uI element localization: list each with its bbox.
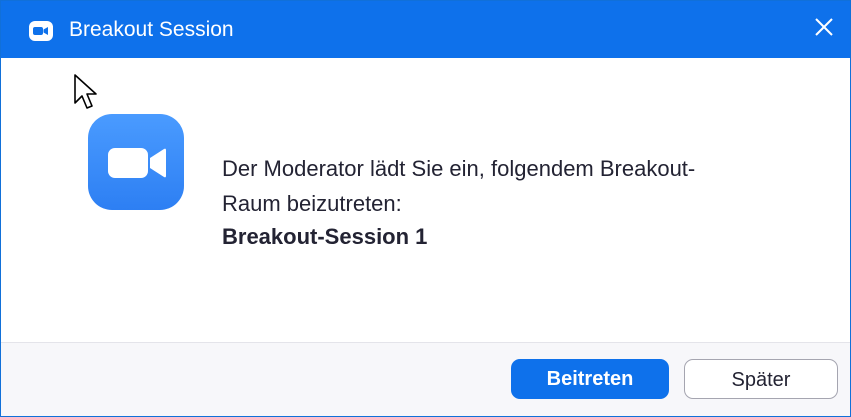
join-button[interactable]: Beitreten	[511, 359, 669, 399]
zoom-camera-icon	[88, 114, 184, 210]
later-button[interactable]: Später	[684, 359, 838, 399]
invitation-message-line-2: Raum beizutreten:	[222, 191, 402, 216]
close-icon	[813, 16, 835, 43]
dialog-footer: Beitreten Später	[1, 342, 850, 416]
breakout-session-dialog: Breakout Session Der Moderator lädt Sie …	[0, 0, 851, 417]
mouse-pointer-icon	[73, 73, 99, 111]
dialog-content: Der Moderator lädt Sie ein, folgendem Br…	[1, 58, 850, 342]
zoom-camera-icon	[29, 21, 53, 41]
invitation-message-line-1: Der Moderator lädt Sie ein, folgendem Br…	[222, 156, 696, 181]
breakout-room-name: Breakout-Session 1	[222, 224, 428, 249]
close-button[interactable]	[798, 1, 850, 58]
window-title: Breakout Session	[69, 18, 234, 41]
invitation-message: Der Moderator lädt Sie ein, folgendem Br…	[222, 151, 822, 221]
title-bar[interactable]: Breakout Session	[1, 1, 850, 58]
